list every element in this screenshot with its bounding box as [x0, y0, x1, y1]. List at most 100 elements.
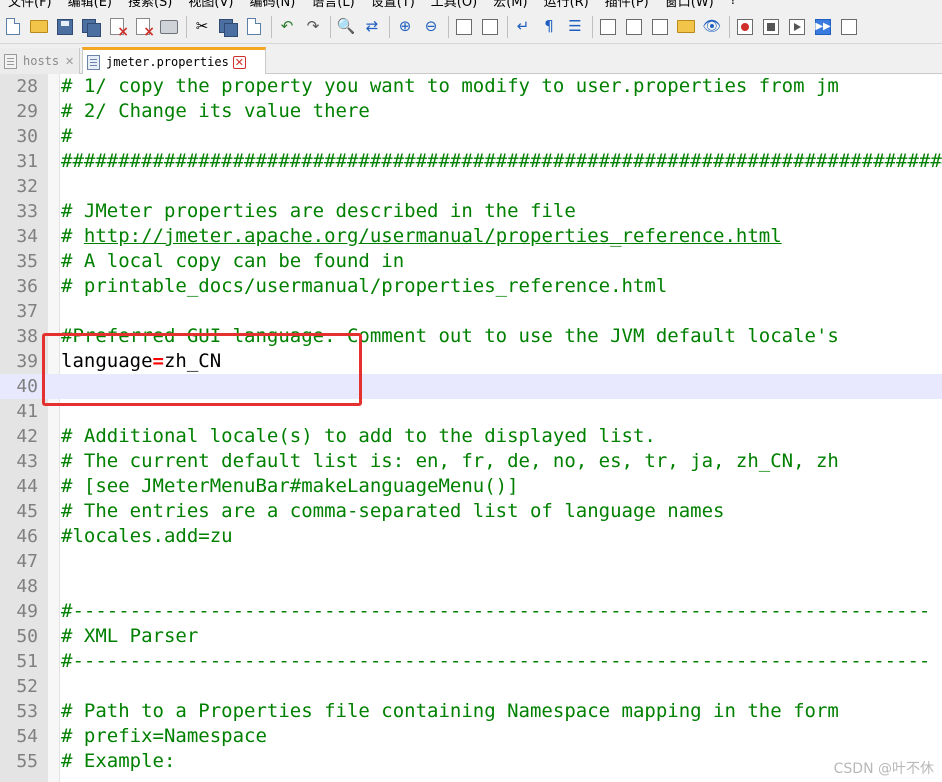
menu-item[interactable]: 编码(N) — [241, 0, 303, 10]
sync-horizontal-button[interactable] — [479, 16, 501, 38]
language-button[interactable] — [597, 16, 619, 38]
toolbar-separator — [330, 15, 331, 38]
menu-item[interactable]: 语言(L) — [303, 0, 362, 10]
copy-icon — [219, 18, 238, 37]
line-number: 43 — [16, 451, 38, 472]
toolbar-separator — [389, 15, 390, 38]
tab-bar: hosts ✕ jmeter.properties ✕ — [0, 44, 942, 74]
menu-item[interactable]: 运行(R) — [536, 0, 597, 10]
menu-item[interactable]: 搜索(S) — [120, 0, 180, 10]
save-macro-icon — [841, 18, 857, 35]
code-line[interactable]: 46 #locales.add=zu — [0, 524, 942, 549]
code-line[interactable]: 54 # prefix=Namespace — [0, 724, 942, 749]
tab-jmeter-properties[interactable]: jmeter.properties ✕ — [82, 47, 266, 74]
indent-guide-button[interactable]: ☰ — [564, 16, 586, 38]
menu-item[interactable]: 视图(V) — [180, 0, 241, 10]
monitor-button[interactable]: 👁 — [701, 16, 723, 38]
copy-button[interactable] — [217, 16, 239, 38]
code-line[interactable]: 51 #-------------------------------------… — [0, 649, 942, 674]
doc-map-button[interactable] — [623, 16, 645, 38]
code-line[interactable]: 37 — [0, 299, 942, 324]
code-line[interactable]: 42 # Additional locale(s) to add to the d… — [0, 424, 942, 449]
menu-item[interactable]: 窗口(W) — [657, 0, 722, 10]
record-macro-button[interactable] — [734, 16, 756, 38]
editor-area[interactable]: 28 # 1/ copy the property you want to mod… — [0, 74, 942, 782]
code-line[interactable]: 44 # [see JMeterMenuBar#makeLanguageMenu(… — [0, 474, 942, 499]
line-text: # Additional locale(s) to add to the dis… — [61, 425, 656, 447]
run-macro-multiple-button[interactable]: ▶▶ — [812, 16, 834, 38]
undo-button[interactable]: ↶ — [276, 16, 298, 38]
show-all-chars-button[interactable]: ¶ — [538, 16, 560, 38]
code-line[interactable]: 55 # Example: — [0, 749, 942, 774]
code-line[interactable]: 49 #-------------------------------------… — [0, 599, 942, 624]
show-all-chars-icon: ¶ — [544, 17, 554, 35]
file-icon — [87, 54, 100, 70]
zoom-in-button[interactable]: ⊕ — [394, 16, 416, 38]
menu-item[interactable]: ? — [722, 0, 745, 8]
line-text: # Example: — [61, 750, 176, 772]
close-file-button[interactable] — [106, 16, 129, 40]
close-icon[interactable]: ✕ — [232, 55, 246, 69]
stop-macro-button[interactable] — [760, 16, 782, 38]
code-line[interactable]: 38 #Preferred GUI language. Comment out t… — [0, 324, 942, 349]
code-line[interactable]: 47 — [0, 549, 942, 574]
menu-item[interactable]: 文件(F) — [0, 0, 60, 10]
code-line[interactable]: 28 # 1/ copy the property you want to mod… — [0, 74, 942, 99]
play-macro-icon — [789, 18, 805, 35]
cut-icon: ✂ — [195, 17, 209, 35]
run-macro-multiple-icon: ▶▶ — [815, 18, 831, 35]
menu-item[interactable]: 工具(O) — [423, 0, 485, 10]
menu-item[interactable]: 插件(P) — [597, 0, 657, 10]
code-line[interactable]: 53 # Path to a Properties file containing… — [0, 699, 942, 724]
url-link[interactable]: http://jmeter.apache.org/usermanual/prop… — [84, 225, 782, 247]
sync-horizontal-icon — [482, 18, 498, 35]
play-macro-button[interactable] — [786, 16, 808, 38]
close-icon[interactable]: ✕ — [63, 55, 76, 68]
code-line[interactable]: 48 — [0, 574, 942, 599]
tab-hosts[interactable]: hosts ✕ — [0, 48, 80, 74]
code-line[interactable]: 31 ######################################… — [0, 149, 942, 174]
toolbar-separator — [271, 15, 272, 38]
code-line[interactable]: 36 # printable_docs/usermanual/properties… — [0, 274, 942, 299]
cut-button[interactable]: ✂ — [191, 16, 213, 38]
code-line[interactable]: 33 # JMeter properties are described in t… — [0, 199, 942, 224]
print-button[interactable] — [158, 16, 180, 38]
sync-vertical-button[interactable] — [453, 16, 475, 38]
paste-button[interactable] — [243, 16, 265, 38]
replace-button[interactable]: ⇄ — [361, 16, 383, 38]
line-text: # 1/ copy the property you want to modif… — [61, 75, 839, 97]
close-all-button[interactable] — [132, 16, 155, 40]
menu-item[interactable]: 设置(T) — [363, 0, 423, 10]
code-line[interactable]: 40 — [0, 374, 942, 399]
open-folder-button[interactable] — [28, 16, 50, 38]
redo-button[interactable]: ↷ — [302, 16, 324, 38]
code-line[interactable]: 39 language=zh_CN — [0, 349, 942, 374]
function-list-button[interactable] — [649, 16, 671, 38]
menu-item[interactable]: 编辑(E) — [60, 0, 120, 10]
code-line[interactable]: 32 — [0, 174, 942, 199]
line-number: 55 — [16, 751, 38, 772]
code-line[interactable]: 41 — [0, 399, 942, 424]
save-all-button[interactable] — [80, 16, 102, 38]
code-line[interactable]: 30 # — [0, 124, 942, 149]
undo-icon: ↶ — [280, 17, 294, 35]
new-file-button[interactable] — [2, 16, 24, 38]
code-line[interactable]: 50 # XML Parser — [0, 624, 942, 649]
find-button[interactable]: 🔍 — [335, 16, 357, 38]
code-line[interactable]: 35 # A local copy can be found in — [0, 249, 942, 274]
menu-item[interactable]: 宏(M) — [485, 0, 535, 10]
code-line[interactable]: 52 — [0, 674, 942, 699]
save-macro-button[interactable] — [838, 16, 860, 38]
folder-workspace-button[interactable] — [675, 16, 697, 38]
code-line[interactable]: 34 # http://jmeter.apache.org/usermanual/… — [0, 224, 942, 249]
zoom-out-button[interactable]: ⊖ — [420, 16, 442, 38]
code-line[interactable]: 43 # The current default list is: en, fr,… — [0, 449, 942, 474]
code-line[interactable]: 29 # 2/ Change its value there — [0, 99, 942, 124]
line-number: 42 — [16, 426, 38, 447]
line-number: 49 — [16, 601, 38, 622]
save-icon — [57, 18, 73, 35]
save-button[interactable] — [54, 16, 76, 38]
code-line[interactable]: 45 # The entries are a comma-separated li… — [0, 499, 942, 524]
word-wrap-button[interactable]: ↵ — [512, 16, 534, 38]
open-folder-icon — [30, 20, 48, 33]
